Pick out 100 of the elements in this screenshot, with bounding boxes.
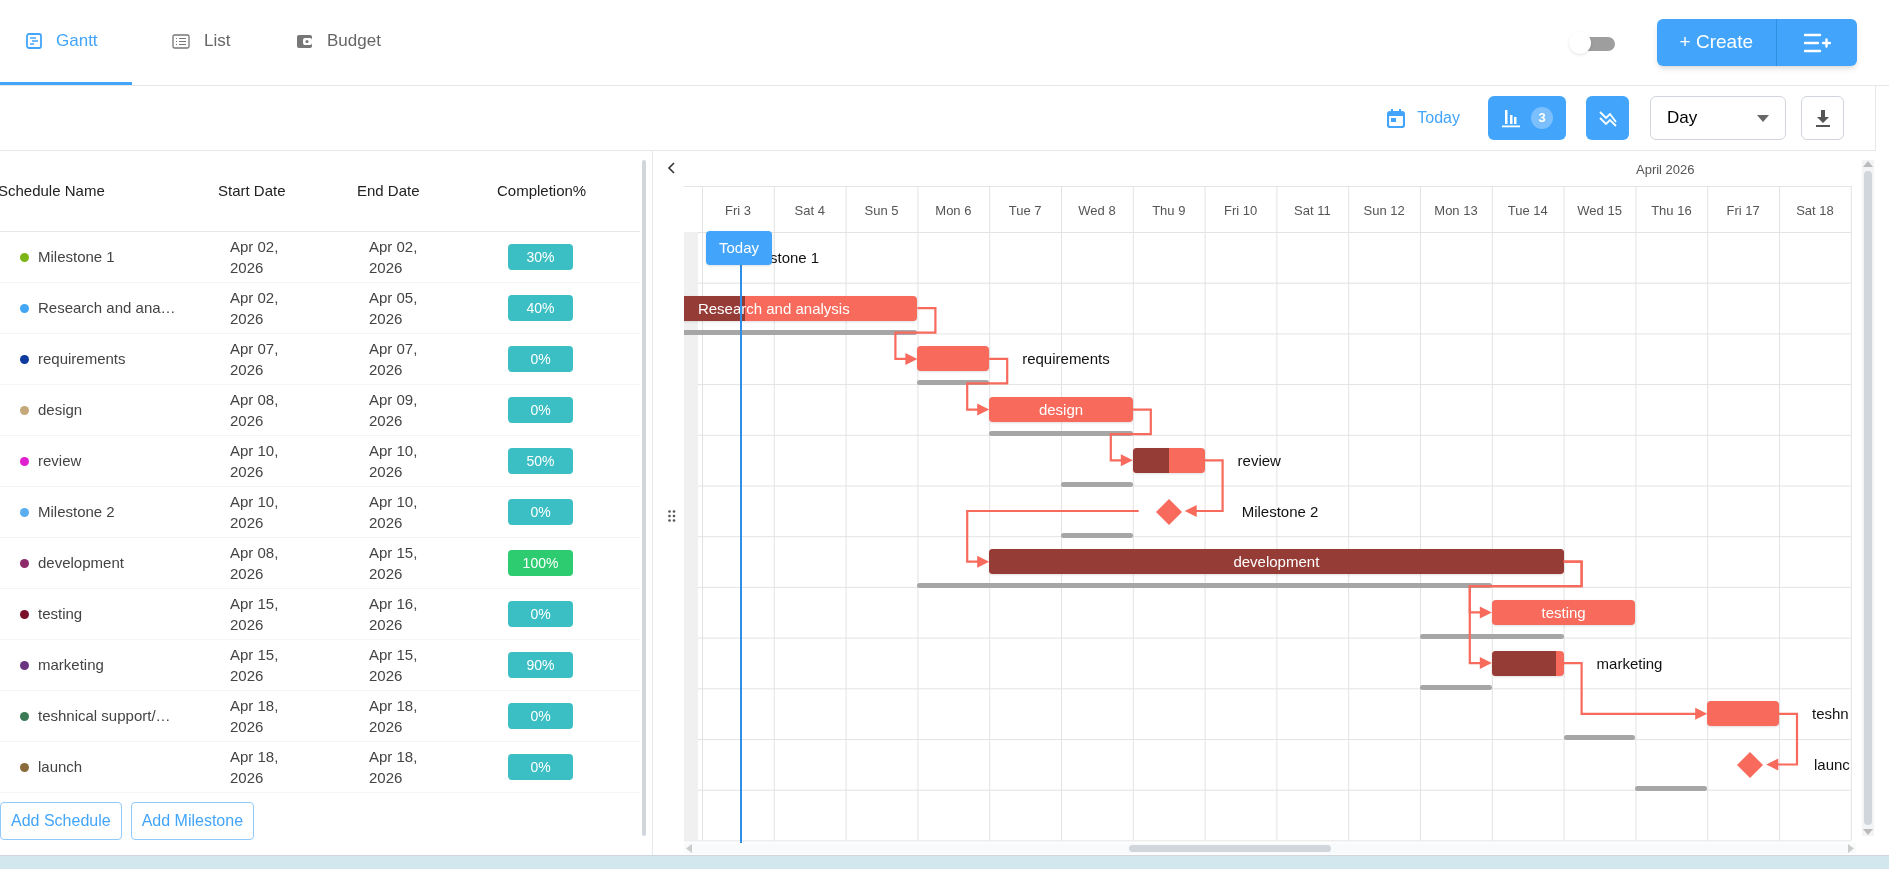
- end-date: Apr 16, 2026: [369, 594, 419, 635]
- start-date: Apr 15, 2026: [230, 594, 280, 635]
- scale-select[interactable]: Day: [1650, 96, 1786, 140]
- end-date: Apr 18, 2026: [369, 696, 419, 737]
- start-date: Apr 08, 2026: [230, 543, 280, 584]
- day-header: Thu 9: [1151, 202, 1187, 220]
- day-header: Wed 8: [1077, 202, 1117, 220]
- day-header: Sun 12: [1362, 202, 1406, 220]
- milestone-diamond[interactable]: [1154, 497, 1183, 526]
- end-date: Apr 15, 2026: [369, 645, 419, 686]
- bar-chart-icon: [1501, 108, 1521, 128]
- scroll-down-icon: [1863, 828, 1873, 836]
- task-label: Milestone 2: [1241, 501, 1319, 522]
- count-badge: 3: [1531, 107, 1553, 129]
- schedule-name: marketing: [38, 654, 104, 675]
- view-toggle[interactable]: [1568, 31, 1617, 54]
- completion-badge: 0%: [508, 346, 573, 372]
- add-button[interactable]: Add Schedule: [0, 802, 122, 840]
- list-add-icon: [1803, 31, 1831, 54]
- add-button[interactable]: Add Milestone: [130, 802, 255, 840]
- today-button[interactable]: Today: [1387, 106, 1460, 130]
- tab[interactable]: Gantt: [0, 0, 132, 85]
- completion-badge: 0%: [508, 754, 573, 780]
- list-icon: [172, 33, 190, 49]
- schedule-name: launch: [38, 756, 83, 777]
- dependency-arrow: [1766, 712, 1799, 771]
- completion-badge: 100%: [508, 550, 573, 576]
- schedule-name: Milestone 2: [38, 501, 115, 522]
- schedule-name: development: [38, 552, 124, 573]
- completion-badge: 50%: [508, 448, 573, 474]
- collapse-icon[interactable]: [667, 162, 675, 174]
- completion-badge: 0%: [508, 703, 573, 729]
- dependency-arrow: [894, 307, 937, 365]
- start-date: Apr 10, 2026: [230, 441, 280, 482]
- tab[interactable]: Budget: [267, 0, 427, 85]
- day-header: Sat 4: [793, 202, 826, 220]
- completion-badge: 90%: [508, 652, 573, 678]
- completion-badge: 40%: [508, 295, 573, 321]
- schedule-name: Milestone 1: [38, 246, 115, 267]
- completion-badge: 0%: [508, 601, 573, 627]
- column-header: End Date: [357, 180, 421, 201]
- schedule-name: Research and ana…: [38, 297, 176, 318]
- start-date: Apr 08, 2026: [230, 390, 280, 431]
- task-label: requirements: [1022, 349, 1110, 370]
- today-marker: Today: [706, 231, 772, 265]
- scroll-up-icon: [1863, 160, 1873, 168]
- end-date: Apr 09, 2026: [369, 390, 419, 431]
- start-date: Apr 15, 2026: [230, 645, 280, 686]
- scroll-left-icon: [686, 844, 693, 853]
- end-date: Apr 10, 2026: [369, 492, 419, 533]
- tab[interactable]: List: [132, 0, 267, 85]
- baseline-bar: [1061, 481, 1133, 487]
- horizontal-scrollbar[interactable]: [684, 843, 1856, 854]
- start-date: Apr 18, 2026: [230, 696, 280, 737]
- calendar-icon: [1387, 108, 1406, 128]
- create-button[interactable]: + Create: [1656, 19, 1777, 66]
- day-header: Tue 14: [1506, 202, 1549, 220]
- add-list-button[interactable]: [1777, 19, 1857, 66]
- scrollbar[interactable]: [642, 160, 646, 836]
- drag-handle-icon[interactable]: [668, 510, 676, 522]
- day-header: Thu 16: [1650, 202, 1693, 220]
- completion-badge: 0%: [508, 397, 573, 423]
- end-date: Apr 15, 2026: [369, 543, 419, 584]
- caret-icon: [1757, 114, 1769, 122]
- download-button[interactable]: [1801, 96, 1844, 140]
- task-label: marketing: [1596, 653, 1663, 674]
- critical-path-button[interactable]: [1586, 96, 1629, 140]
- select-value: Day: [1667, 107, 1698, 130]
- month-label: April 2026: [1636, 161, 1695, 179]
- baseline-bar: [1061, 532, 1133, 538]
- day-header: Fri 10: [1222, 202, 1259, 220]
- baseline-button[interactable]: 3: [1488, 96, 1566, 140]
- day-header: Sat 11: [1293, 202, 1332, 220]
- start-date: Apr 02, 2026: [230, 288, 280, 329]
- baseline-bar: [1420, 684, 1492, 690]
- start-date: Apr 07, 2026: [230, 339, 280, 380]
- scroll-thumb[interactable]: [1864, 171, 1872, 825]
- gantt-icon: [26, 33, 42, 49]
- scroll-right-icon: [1847, 844, 1854, 853]
- scroll-thumb[interactable]: [1129, 845, 1331, 852]
- completion-badge: 0%: [508, 499, 573, 525]
- day-header: Mon 6: [934, 202, 973, 220]
- end-date: Apr 18, 2026: [369, 747, 419, 788]
- day-header: Wed 15: [1576, 202, 1623, 220]
- schedule-name: review: [38, 450, 82, 471]
- end-date: Apr 07, 2026: [369, 339, 419, 380]
- day-header: Tue 7: [1007, 202, 1043, 220]
- day-header: Sat 18: [1795, 202, 1835, 220]
- column-header: Completion%: [497, 180, 588, 201]
- day-header: Mon 13: [1433, 202, 1479, 220]
- start-date: Apr 18, 2026: [230, 747, 280, 788]
- milestone-diamond[interactable]: [1736, 751, 1765, 779]
- schedule-name: testing: [38, 603, 83, 624]
- vertical-scrollbar[interactable]: [1862, 160, 1874, 836]
- end-date: Apr 02, 2026: [369, 237, 419, 278]
- schedule-name: design: [38, 399, 83, 420]
- schedule-name: requirements: [38, 348, 126, 369]
- dependency-arrow: [1109, 408, 1152, 467]
- task-label: launc: [1814, 755, 1850, 775]
- completion-badge: 30%: [508, 244, 573, 270]
